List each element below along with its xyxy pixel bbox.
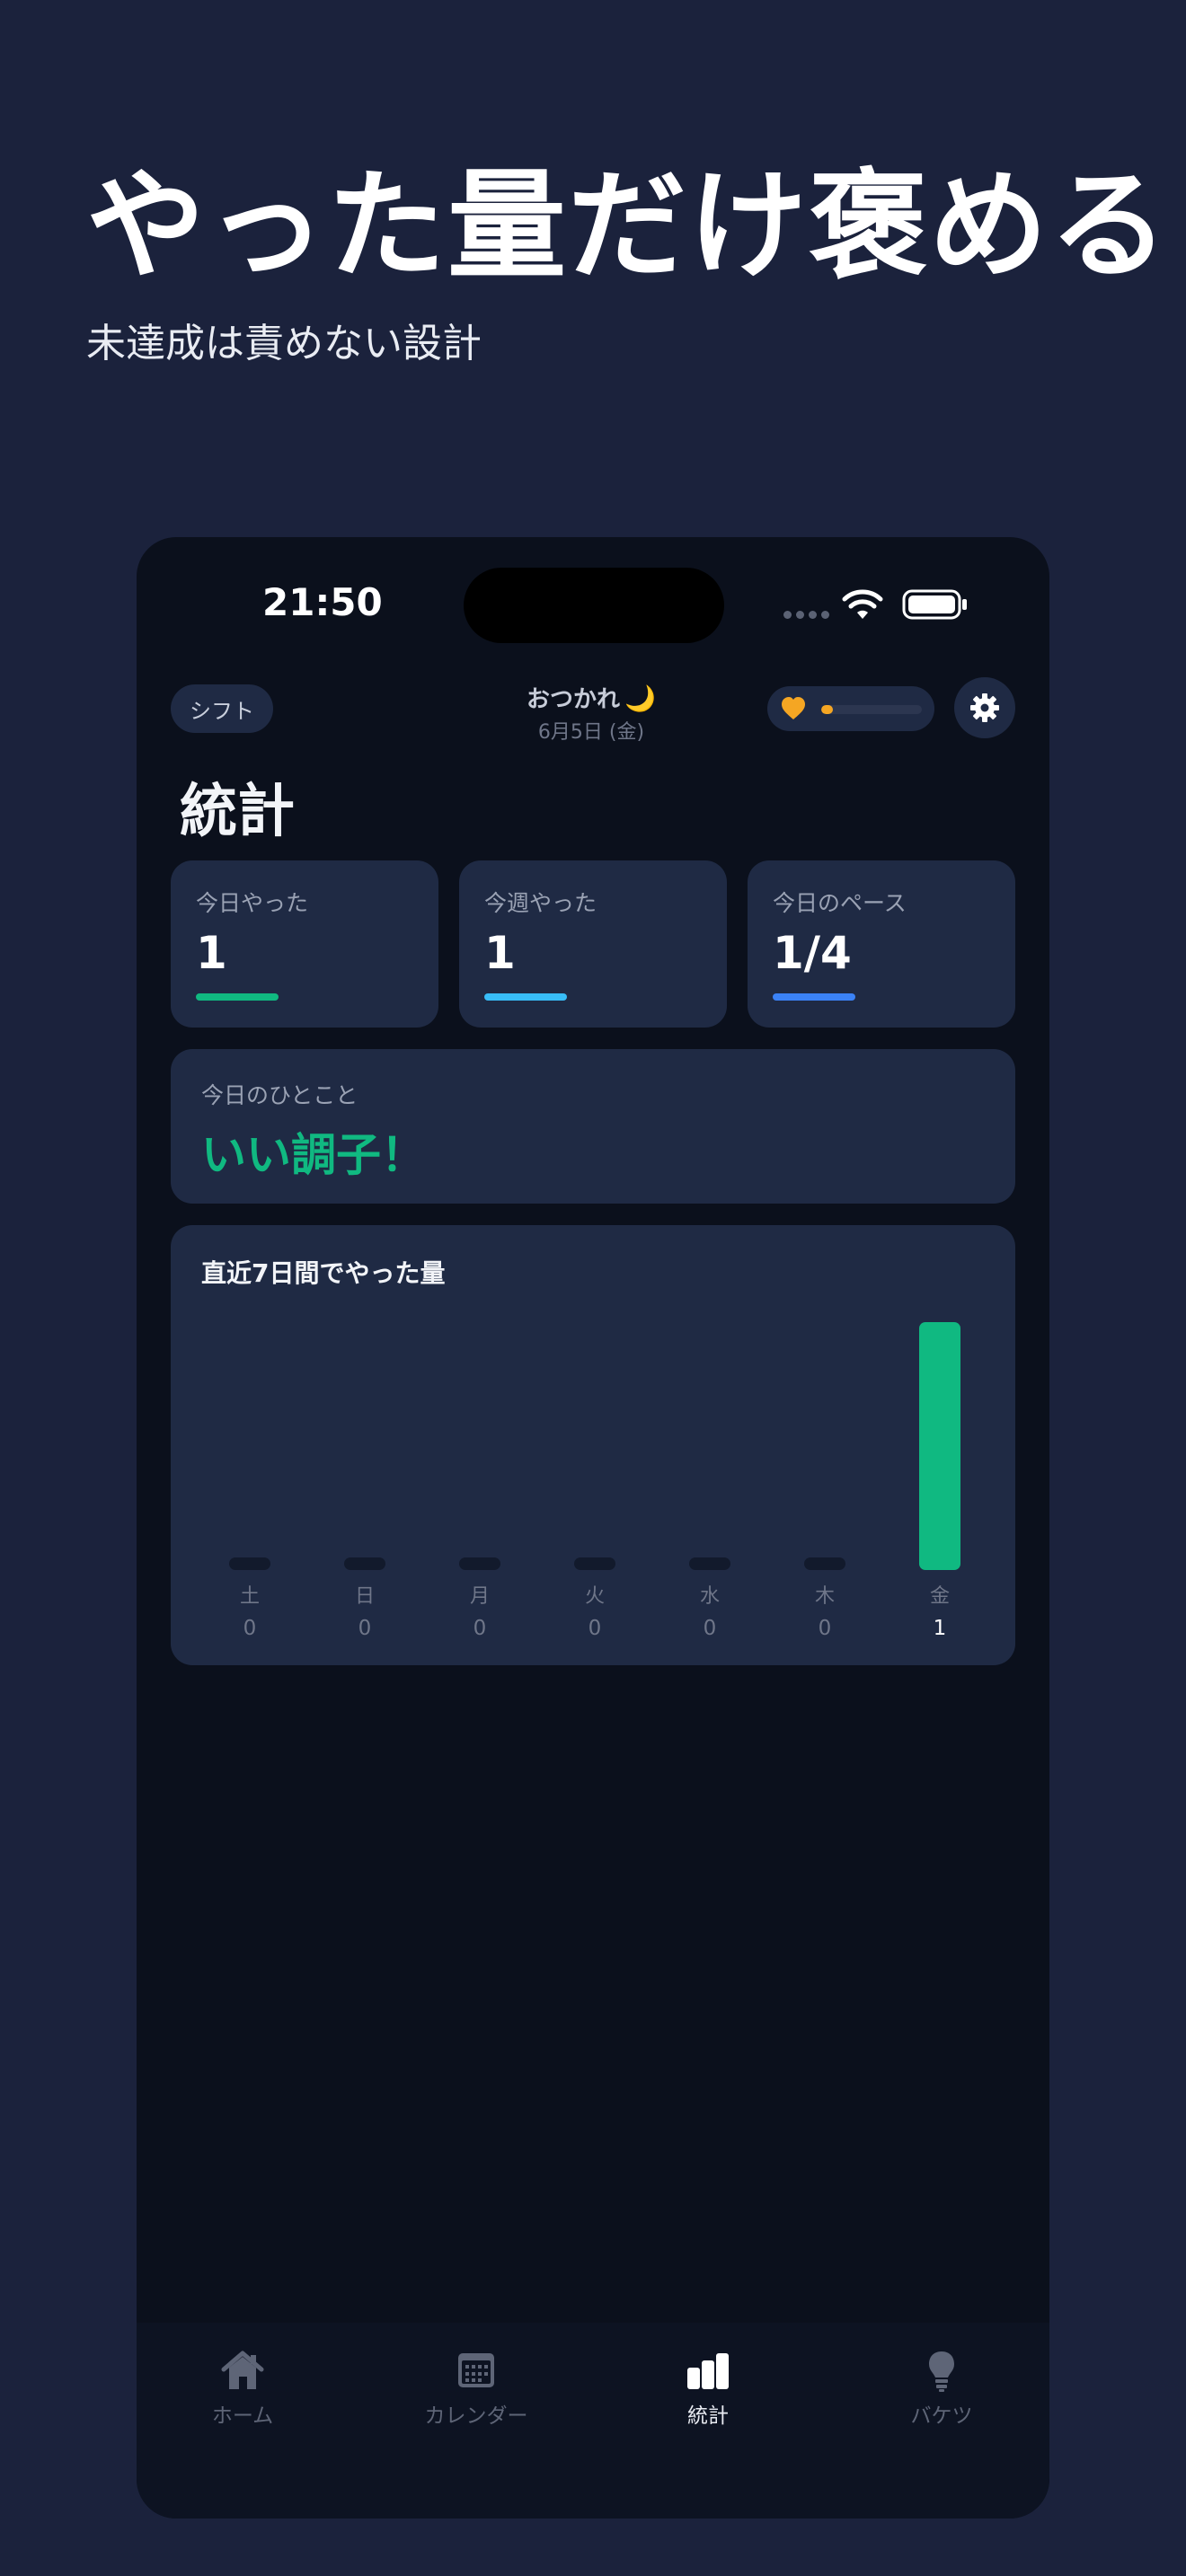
chart-bar-4 (689, 1557, 730, 1570)
tab-bar: ホーム カレンダー 統計 バケツ (137, 2323, 1049, 2519)
chart-day-label: 火 (585, 1585, 605, 1608)
moon-icon: 🌙 (624, 684, 656, 713)
tab-label: 統計 (687, 2404, 729, 2428)
tab-bucket[interactable]: バケツ (852, 2348, 1031, 2429)
stat-cards: 今日やった 1 今週やった 1 今日のペース 1/4 (171, 860, 1015, 1028)
stat-value: 1 (484, 927, 516, 979)
chart-day-label: 木 (815, 1585, 835, 1608)
energy-fill (821, 705, 834, 714)
phrase-text: いい調子！ (201, 1129, 426, 1181)
stat-value: 1/4 (773, 927, 852, 979)
stat-card-pace: 今日のペース 1/4 (748, 860, 1015, 1028)
chart-value-label: 0 (358, 1617, 372, 1640)
tab-stats[interactable]: 統計 (618, 2348, 798, 2429)
stat-label: 今日のペース (773, 890, 907, 916)
chart-value-label: 0 (819, 1617, 832, 1640)
page-title: 統計 (180, 779, 295, 845)
chart-value-label: 0 (474, 1617, 487, 1640)
hero-headline: やった量だけ褒める (86, 157, 1170, 296)
phrase-label: 今日のひとこと (201, 1082, 358, 1108)
chart-day-label: 月 (470, 1585, 490, 1608)
chart-value-label: 0 (704, 1617, 717, 1640)
heart-icon (782, 697, 805, 719)
chart-bar-3 (574, 1557, 615, 1570)
stat-card-today: 今日やった 1 (171, 860, 438, 1028)
energy-track (821, 705, 922, 714)
chart-value-label: 0 (243, 1617, 257, 1640)
battery-icon (902, 589, 967, 620)
dynamic-island (464, 568, 724, 643)
hero-subline: 未達成は責めない設計 (86, 321, 482, 366)
stat-label: 今日やった (196, 890, 309, 916)
calendar-icon (458, 2353, 494, 2387)
phrase-card: 今日のひとこと いい調子！ (171, 1049, 1015, 1204)
chart-value-label: 0 (589, 1617, 602, 1640)
shift-button[interactable]: シフト (171, 684, 273, 733)
chart-day-label: 水 (700, 1585, 720, 1608)
wifi-icon (842, 589, 883, 619)
stat-accent-bar (484, 993, 567, 1001)
gear-icon (970, 693, 999, 722)
tab-home[interactable]: ホーム (153, 2348, 332, 2429)
stat-card-week: 今週やった 1 (459, 860, 727, 1028)
stat-accent-bar (196, 993, 279, 1001)
home-icon (221, 2351, 264, 2389)
weekly-chart-card: 直近7日間でやった量 土0日0月0火0水0木0金1 (171, 1225, 1015, 1665)
stat-accent-bar (773, 993, 855, 1001)
chart-day-label: 金 (930, 1585, 950, 1608)
chart-bar-0 (229, 1557, 270, 1570)
stats-icon (687, 2353, 729, 2389)
chart-bar-2 (459, 1557, 500, 1570)
chart-bar-6 (919, 1322, 960, 1570)
chart-day-label: 日 (355, 1585, 375, 1608)
settings-button[interactable] (954, 677, 1015, 738)
greeting: おつかれ 🌙 6月5日 (金) (456, 681, 726, 745)
greeting-text: おつかれ (527, 686, 621, 713)
energy-meter[interactable] (767, 686, 934, 731)
chart-day-label: 土 (240, 1585, 260, 1608)
date-label: 6月5日 (金) (537, 721, 645, 744)
tab-label: ホーム (211, 2404, 274, 2428)
tab-label: カレンダー (424, 2404, 528, 2428)
phone-screen: 21:50 シフト おつかれ 🌙 6月5日 (金) 統計 今日やった 1 今週や… (137, 537, 1049, 2519)
signal-icon (783, 611, 829, 619)
top-bar: シフト おつかれ 🌙 6月5日 (金) (171, 677, 1015, 747)
chart-value-label: 1 (934, 1617, 947, 1640)
status-time: 21:50 (262, 580, 383, 624)
stat-label: 今週やった (484, 890, 597, 916)
weekly-bar-chart: 土 0 日 0 月 0 火 0 水 0 木 0 金 1 (229, 1322, 960, 1640)
chart-bar-1 (344, 1557, 385, 1570)
bulb-icon (929, 2351, 954, 2392)
chart-bar-5 (804, 1557, 845, 1570)
tab-calendar[interactable]: カレンダー (386, 2348, 566, 2429)
stat-value: 1 (196, 927, 227, 979)
tab-label: バケツ (910, 2404, 973, 2428)
